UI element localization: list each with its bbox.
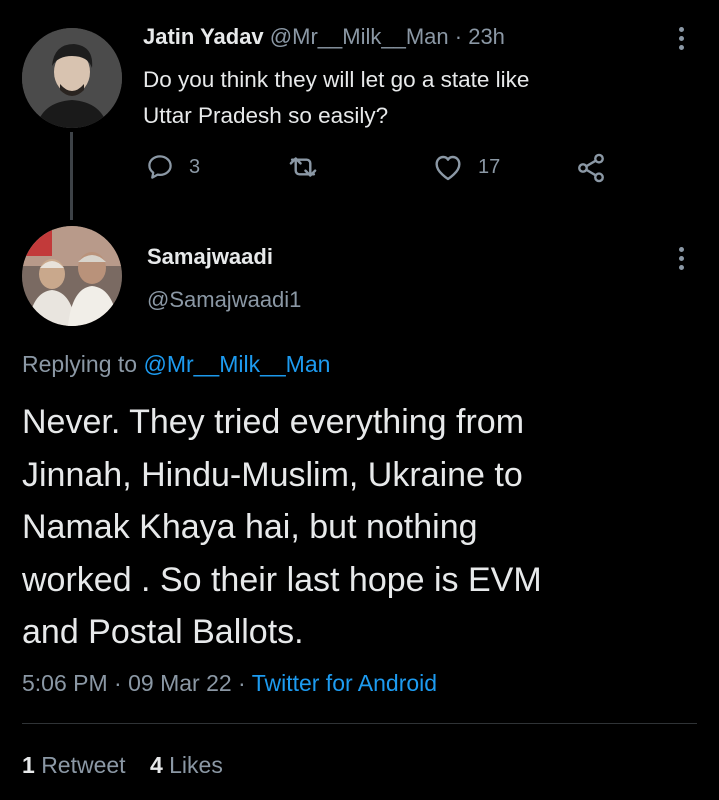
reply-author-name[interactable]: Jatin Yadav [143,24,264,49]
replying-to-label: Replying to [22,351,138,377]
main-text-line: Jinnah, Hindu-Muslim, Ukraine to [22,455,523,494]
tweet-stats: 1 Retweet 4 Likes [22,752,223,779]
reply-text-line: Do you think they will let go a state li… [143,67,530,92]
reply-tweet-header: Jatin Yadav @Mr__Milk__Man · 23h [143,24,505,50]
likes-count: 4 [149,752,163,778]
reply-separator: · [454,24,463,49]
main-text-line: Never. They tried everything from [22,403,525,441]
main-tweet-text: Never. They tried everything from Jinnah… [22,396,542,659]
tweet-source-link[interactable]: Twitter for Android [252,670,437,696]
main-more-options-icon[interactable] [679,247,685,270]
avatar-jatin[interactable] [22,28,122,128]
main-author-handle[interactable]: @Samajwaadi1 [147,287,301,313]
main-author-name[interactable]: Samajwaadi [147,244,273,270]
heart-icon [435,155,461,181]
avatar-samajwaadi[interactable] [22,226,122,326]
stats-divider [22,723,697,724]
reply-more-options-icon[interactable] [679,27,685,50]
tweet-timestamp-row: 5:06 PM · 09 Mar 22 · Twitter for Androi… [22,670,437,697]
likes-stat[interactable]: 4 Likes [150,752,223,778]
retweet-count: 1 [22,752,35,778]
reply-author-handle[interactable]: @Mr__Milk__Man [270,24,449,49]
share-icon [578,153,604,183]
avatar-jatin-image [22,28,122,128]
retweets-stat[interactable]: 1 Retweet [22,752,126,778]
main-text-line: Namak Khaya hai, but nothing [22,508,478,546]
replying-to-handle-link[interactable]: @Mr__Milk__Man [143,351,330,377]
reply-text-line: Uttar Pradesh so easily? [143,103,389,128]
reply-bubble-icon [148,155,172,179]
like-count: 17 [478,155,501,178]
retweet-button[interactable] [286,152,320,187]
reply-count: 3 [189,155,201,178]
replying-to-line: Replying to @Mr__Milk__Man [22,351,330,378]
tweet-timestamp[interactable]: 5:06 PM · 09 Mar 22 · [22,670,246,696]
main-text-line: worked . So their last hope is EVM [22,560,542,599]
reply-tweet-text: Do you think they will let go a state li… [143,62,529,134]
like-button[interactable]: 17 [432,152,500,182]
likes-label: Likes [169,752,223,778]
reply-button[interactable]: 3 [145,152,200,182]
reply-time[interactable]: 23h [468,24,505,49]
thread-connector-line [70,132,73,220]
retweet-label: Retweet [41,752,126,778]
main-text-line: and Postal Ballots. [22,613,304,651]
avatar-samajwaadi-image [22,226,122,326]
share-button[interactable] [575,152,607,189]
retweet-icon [289,157,317,177]
